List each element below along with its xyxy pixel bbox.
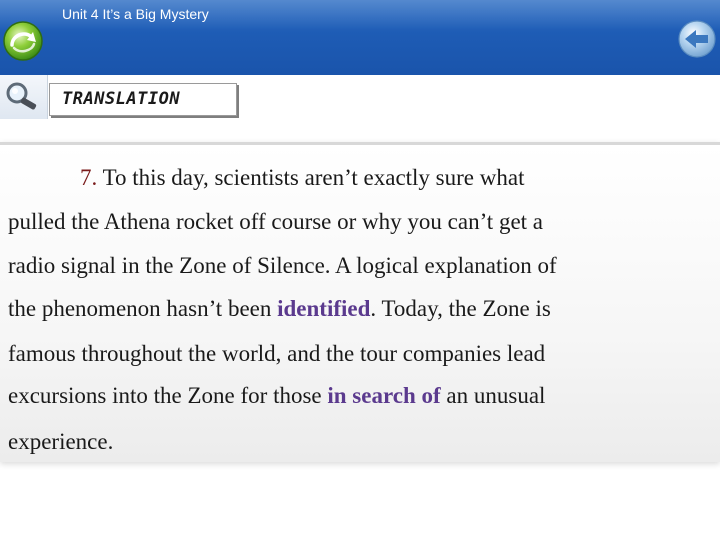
search-tile[interactable] (0, 75, 48, 119)
line-text: . Today, the Zone is (370, 296, 551, 321)
line-text: radio signal in the Zone of Silence. A l… (8, 253, 557, 278)
passage-line: radio signal in the Zone of Silence. A l… (8, 253, 557, 279)
line-text: famous throughout the world, and the tou… (8, 341, 546, 366)
item-number: 7. (80, 165, 98, 190)
passage-line: experience. (8, 429, 113, 455)
passage-line: 7. To this day, scientists aren’t exactl… (80, 165, 524, 191)
back-arrow-icon[interactable] (677, 19, 717, 59)
passage-panel: 7. To this day, scientists aren’t exactl… (0, 142, 720, 462)
passage-line: pulled the Athena rocket off course or w… (8, 209, 543, 235)
swirl-arrow-icon[interactable] (0, 18, 46, 64)
top-banner: Unit 4 It’s a Big Mystery (0, 0, 720, 75)
answer-in-search-of: in search of (327, 383, 441, 408)
line-text: pulled the Athena rocket off course or w… (8, 209, 544, 234)
line-text: To this day, scientists aren’t exactly s… (102, 165, 525, 190)
answer-identified: identified (277, 296, 371, 321)
passage-text: 7. To this day, scientists aren’t exactl… (0, 145, 720, 462)
line-text: an unusual (440, 383, 546, 408)
passage-line: excursions into the Zone for those in se… (8, 383, 545, 409)
section-label-box: TRANSLATION (49, 83, 237, 116)
unit-title: Unit 4 It’s a Big Mystery (62, 6, 209, 22)
line-text: excursions into the Zone for those (8, 383, 328, 408)
magnifier-icon (6, 82, 37, 110)
line-text: the phenomenon hasn’t been (8, 296, 278, 321)
passage-line: famous throughout the world, and the tou… (8, 341, 545, 367)
passage-line: the phenomenon hasn’t been identified. T… (8, 296, 551, 322)
section-label: TRANSLATION (62, 89, 181, 109)
line-text: experience. (8, 429, 114, 454)
